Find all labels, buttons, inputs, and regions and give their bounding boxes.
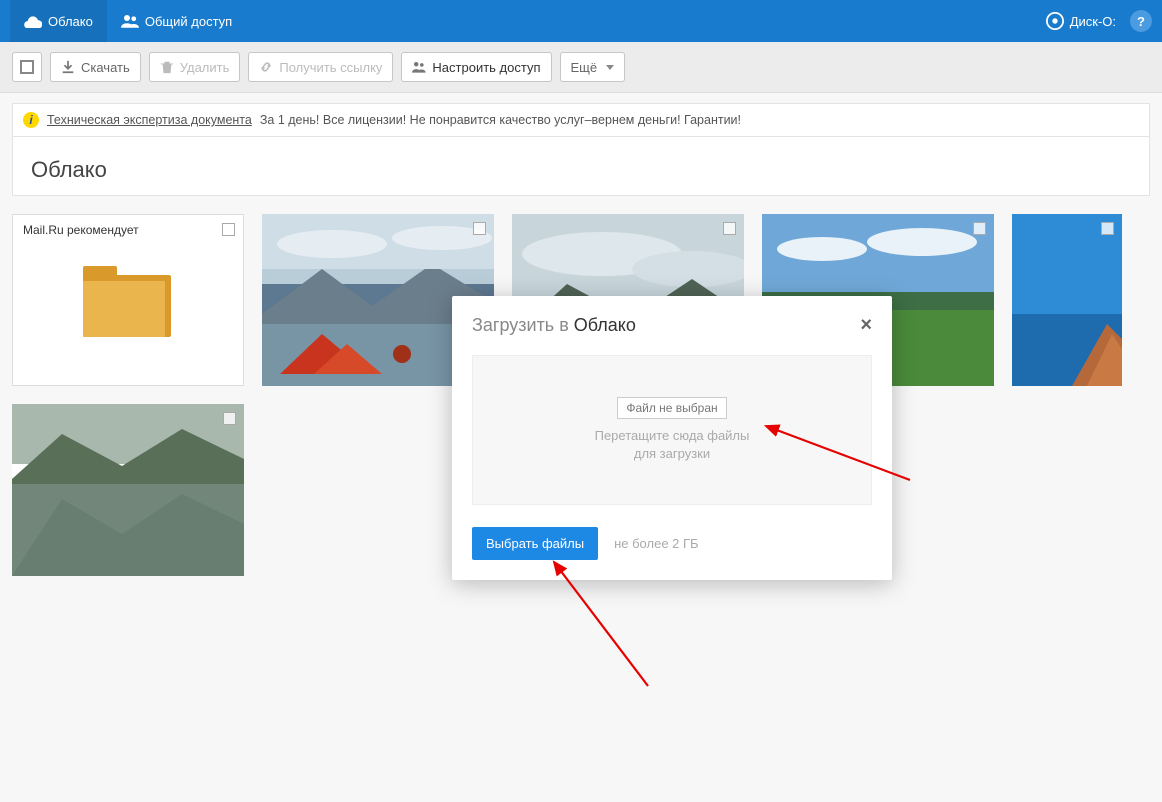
- delete-label: Удалить: [180, 60, 230, 75]
- get-link-label: Получить ссылку: [279, 60, 382, 75]
- file-status-chip: Файл не выбран: [617, 397, 726, 419]
- configure-access-label: Настроить доступ: [432, 60, 540, 75]
- help-button[interactable]: ?: [1130, 10, 1152, 32]
- tile-checkbox[interactable]: [222, 223, 235, 236]
- select-all-checkbox[interactable]: [12, 52, 42, 82]
- ad-link[interactable]: Техническая экспертиза документа: [47, 113, 252, 127]
- people-icon: [121, 14, 139, 28]
- modal-title-strong: Облако: [574, 315, 636, 335]
- download-button[interactable]: Скачать: [50, 52, 141, 82]
- tile-image[interactable]: [12, 404, 244, 576]
- tile-image[interactable]: [1012, 214, 1122, 386]
- dropzone-line1: Перетащите сюда файлы: [595, 428, 750, 443]
- header-right: Диск-О: ?: [1046, 10, 1152, 32]
- modal-title: Загрузить в Облако: [472, 315, 636, 336]
- header-tab-shared[interactable]: Общий доступ: [107, 0, 246, 42]
- toolbar: Скачать Удалить Получить ссылку Настроит…: [0, 42, 1162, 93]
- tile-recommend-folder[interactable]: Mail.Ru рекомендует: [12, 214, 244, 386]
- dropzone-text: Перетащите сюда файлы для загрузки: [595, 427, 750, 462]
- dropzone-line2: для загрузки: [634, 446, 710, 461]
- download-label: Скачать: [81, 60, 130, 75]
- modal-title-prefix: Загрузить в: [472, 315, 574, 335]
- trash-icon: [160, 60, 174, 74]
- ad-bar: i Техническая экспертиза документа За 1 …: [12, 103, 1150, 137]
- header-tab-cloud[interactable]: Облако: [10, 0, 107, 42]
- download-icon: [61, 60, 75, 74]
- app-header: Облако Общий доступ Диск-О: ?: [0, 0, 1162, 42]
- configure-access-button[interactable]: Настроить доступ: [401, 52, 551, 82]
- tile-checkbox[interactable]: [1101, 222, 1114, 235]
- page-title: Облако: [31, 157, 107, 182]
- select-files-button[interactable]: Выбрать файлы: [472, 527, 598, 560]
- more-button[interactable]: Ещё: [560, 52, 626, 82]
- more-label: Ещё: [571, 60, 598, 75]
- help-icon: ?: [1137, 14, 1145, 29]
- disk-o-label: Диск-О:: [1070, 14, 1116, 29]
- upload-limit-label: не более 2 ГБ: [614, 536, 698, 551]
- link-icon: [259, 60, 273, 74]
- get-link-button[interactable]: Получить ссылку: [248, 52, 393, 82]
- ad-text: За 1 день! Все лицензии! Не понравится к…: [260, 113, 741, 127]
- tile-checkbox[interactable]: [723, 222, 736, 235]
- modal-close-button[interactable]: ×: [860, 314, 872, 337]
- disk-icon: [1046, 12, 1064, 30]
- tile-checkbox[interactable]: [223, 412, 236, 425]
- header-tab-cloud-label: Облако: [48, 14, 93, 29]
- dropzone[interactable]: Файл не выбран Перетащите сюда файлы для…: [472, 355, 872, 505]
- tile-checkbox[interactable]: [473, 222, 486, 235]
- header-tab-shared-label: Общий доступ: [145, 14, 232, 29]
- tile-checkbox[interactable]: [973, 222, 986, 235]
- chevron-down-icon: [606, 65, 614, 70]
- cloud-icon: [24, 14, 42, 28]
- upload-modal: Загрузить в Облако × Файл не выбран Пере…: [452, 296, 892, 580]
- breadcrumb: Облако: [12, 137, 1150, 196]
- delete-button[interactable]: Удалить: [149, 52, 241, 82]
- ad-icon: i: [23, 112, 39, 128]
- people-icon: [412, 60, 426, 74]
- tile-label: Mail.Ru рекомендует: [23, 223, 139, 237]
- folder-icon: [83, 265, 173, 337]
- disk-o-button[interactable]: Диск-О:: [1046, 12, 1116, 30]
